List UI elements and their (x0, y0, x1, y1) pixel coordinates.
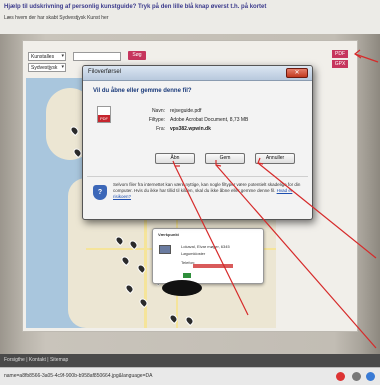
pdf-icon-label: PDF (98, 115, 110, 122)
popup-city: Løgumkloster (181, 251, 206, 256)
browser-status-bar: name=a8fb8566-3a05-4c9f-900b-b958af85066… (0, 367, 380, 385)
close-icon[interactable]: ✕ (286, 68, 308, 78)
file-name-value: rejseguide.pdf (170, 108, 202, 114)
gpx-button[interactable]: GPX (332, 60, 348, 68)
chevron-down-icon: ▾ (61, 53, 64, 59)
page-header: Hjælp til udskrivning af personlig kunst… (0, 0, 380, 34)
chevron-down-icon: ▾ (61, 64, 64, 70)
dialog-question: Vil du åbne eller gemme denne fil? (93, 88, 192, 94)
warning-message: Selvom filer fra internettet kan være ny… (113, 182, 301, 193)
popup-address: Lokaval, Elvar møger, 6345 (181, 244, 230, 249)
browser-content: Hjælp til udskrivning af personlig kunst… (0, 0, 380, 385)
region-value: Sydvestjysk (31, 65, 58, 71)
art-type-value: Kunstalles (31, 54, 55, 60)
file-type-label: Filtype: (148, 117, 165, 123)
map-info-popup[interactable]: Værkpunkt Lokaval, Elvar møger, 6345 Løg… (152, 228, 264, 284)
status-url: name=a8fb8566-3a05-4c9f-900b-b958af85066… (4, 373, 153, 379)
pdf-button[interactable]: PDF (332, 50, 348, 58)
help-question[interactable]: Hjælp til udskrivning af personlig kunst… (4, 4, 266, 10)
pdf-file-icon: PDF (97, 106, 111, 123)
region-select[interactable]: Sydvestjysk ▾ (28, 63, 66, 72)
save-button[interactable]: Gem (205, 153, 245, 164)
dialog-titlebar[interactable]: Filoverførsel ✕ (83, 66, 312, 81)
arrow-to-pdf (354, 53, 379, 63)
shield-icon: ? (93, 185, 107, 200)
artwork-thumbnail[interactable] (159, 245, 171, 254)
popup-title: Værkpunkt (158, 232, 179, 237)
search-button[interactable]: Søg (128, 51, 146, 60)
file-type-value: Adobe Acrobat Document, 8,73 MB (170, 117, 249, 123)
file-source-value: vps382.wpwin.dk (170, 126, 211, 132)
security-warning: ? Selvom filer fra internettet kan være … (87, 176, 308, 214)
footer-links[interactable]: Forsigthe | Kontakt | Sitemap (4, 357, 68, 363)
creator-link-text[interactable]: Læs hvem der har skabt Sydvestjysk Kunst… (4, 15, 109, 21)
phone-number-redacted (193, 264, 233, 268)
zoom-icon[interactable] (352, 372, 361, 381)
cancel-button[interactable]: Annuller (255, 153, 295, 164)
site-footer: Forsigthe | Kontakt | Sitemap (0, 354, 380, 367)
security-icon[interactable] (336, 372, 345, 381)
warning-text: Selvom filer fra internettet kan være ny… (113, 182, 303, 200)
file-download-dialog: Filoverførsel ✕ Vil du åbne eller gemme … (82, 65, 313, 220)
file-source-label: Fra: (156, 126, 165, 132)
search-input[interactable] (73, 52, 121, 61)
art-type-select[interactable]: Kunstalles ▾ (28, 52, 66, 61)
route-icon[interactable] (183, 273, 191, 278)
globe-icon[interactable] (366, 372, 375, 381)
popup-pointer (162, 280, 202, 296)
dialog-title: Filoverførsel (88, 69, 122, 75)
file-name-label: Navn: (151, 108, 165, 114)
open-button[interactable]: Åbn (155, 153, 195, 164)
